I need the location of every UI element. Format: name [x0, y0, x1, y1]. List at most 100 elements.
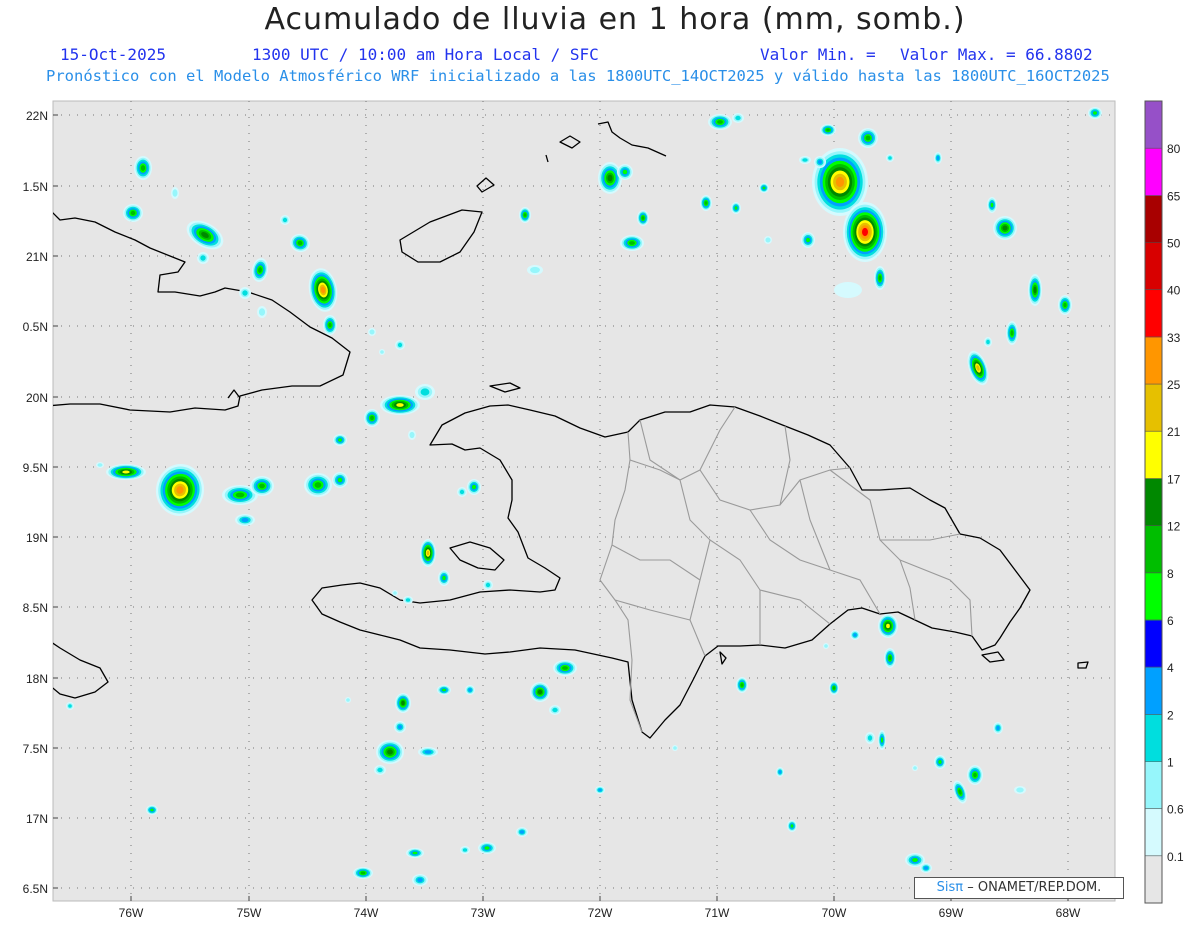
rain-contour [282, 217, 288, 223]
rain-cell [516, 827, 528, 837]
rain-contour [258, 308, 266, 316]
rain-contour [835, 176, 845, 188]
rain-contour [1033, 286, 1037, 294]
lat-label: 17N [26, 812, 48, 826]
rain-cell [374, 765, 386, 775]
colorbar-swatch [1145, 855, 1162, 904]
rain-cell [993, 216, 1017, 240]
rain-cell [912, 765, 918, 771]
rain-cell [345, 697, 351, 703]
colorbar-swatch [1145, 714, 1162, 762]
rain-cell [878, 730, 886, 750]
rain-cell [478, 842, 496, 854]
rain-cell [467, 479, 481, 495]
rain-contour [824, 644, 828, 648]
rain-contour [130, 210, 136, 216]
rain-contour [387, 749, 393, 755]
lon-label: 73W [471, 906, 496, 920]
lat-label: 19N [26, 531, 48, 545]
rain-contour [523, 213, 527, 217]
rain-cell [323, 315, 337, 335]
rain-contour [622, 169, 628, 175]
rain-contour [1093, 111, 1097, 115]
rain-cell [353, 867, 373, 879]
rain-cell [415, 384, 435, 400]
rain-contour [598, 788, 602, 792]
rain-contour [913, 766, 917, 770]
rain-cell [332, 472, 348, 488]
rain-contour [242, 290, 248, 296]
rain-cell [637, 210, 649, 226]
rain-contour [462, 848, 468, 852]
rain-cell [406, 848, 424, 858]
rain-cell [598, 162, 622, 194]
rain-contour [1010, 330, 1014, 336]
rain-contour [485, 582, 491, 588]
rain-cell [527, 265, 543, 275]
rain-contour [936, 155, 940, 161]
rain-contour [68, 704, 72, 708]
rainfall-map: 22N 1.5N 21N 0.5N 20N 9.5N 19N 8.5N 18N 7.5N 17N 6.… [23, 100, 1184, 920]
rain-contour [468, 688, 472, 692]
colorbar-swatch [1145, 478, 1162, 526]
rain-cell [395, 340, 405, 350]
colorbar-label: 21 [1167, 425, 1181, 439]
rain-cell [843, 202, 887, 262]
lat-label: 22N [26, 109, 48, 123]
colorbar-label: 8 [1167, 567, 1174, 581]
colorbar-legend: 0.10.612468121721253340506580 [1144, 100, 1184, 904]
rain-cell [250, 476, 274, 496]
rain-cell [379, 349, 385, 355]
rain-contour [360, 871, 366, 875]
rain-cell [465, 685, 475, 695]
rain-contour [562, 666, 568, 670]
rain-cell [304, 473, 332, 497]
rain-contour [832, 686, 836, 690]
rain-cell [553, 660, 577, 676]
colorbar-swatch [1145, 195, 1162, 243]
rain-cell [395, 693, 411, 713]
rain-contour [973, 772, 977, 778]
colorbar-label: 6 [1167, 614, 1174, 628]
rain-cell [834, 282, 862, 298]
rain-cell [368, 328, 376, 336]
rain-contour [826, 128, 830, 132]
rain-cell [732, 113, 744, 123]
rain-contour [537, 689, 543, 695]
colorbar-swatch [1145, 431, 1162, 479]
colorbar-label: 1 [1167, 756, 1174, 770]
rain-contour [172, 189, 178, 197]
rain-cell [438, 570, 450, 586]
rain-contour [150, 808, 154, 812]
rain-cell [1088, 107, 1102, 119]
rain-cell [878, 614, 898, 638]
rain-contour [409, 431, 415, 439]
rain-cell [171, 187, 179, 199]
colorbar-label: 33 [1167, 331, 1181, 345]
lon-label: 71W [705, 906, 730, 920]
lat-label: 21N [26, 250, 48, 264]
rain-cell [394, 721, 406, 733]
colorbar-label: 12 [1167, 520, 1181, 534]
rain-contour [778, 770, 782, 774]
colorbar-swatch [1145, 808, 1162, 857]
rain-contour [97, 463, 103, 467]
rain-contour [377, 767, 383, 773]
rain-cell [700, 195, 712, 211]
colorbar-swatch [1145, 619, 1162, 668]
rain-cell [731, 202, 741, 214]
colorbar-label: 50 [1167, 237, 1181, 251]
rain-cell [934, 152, 942, 164]
rain-cell [280, 215, 290, 225]
rain-cell [934, 755, 946, 769]
rain-contour [397, 724, 403, 730]
rain-contour [530, 266, 540, 274]
rain-contour [867, 735, 873, 741]
rain-contour [862, 227, 868, 237]
rain-contour [122, 470, 130, 474]
rain-contour [140, 165, 146, 171]
rain-contour [762, 186, 766, 190]
rain-contour [397, 342, 403, 348]
rain-contour [370, 415, 374, 421]
colorbar-label: 40 [1167, 284, 1181, 298]
